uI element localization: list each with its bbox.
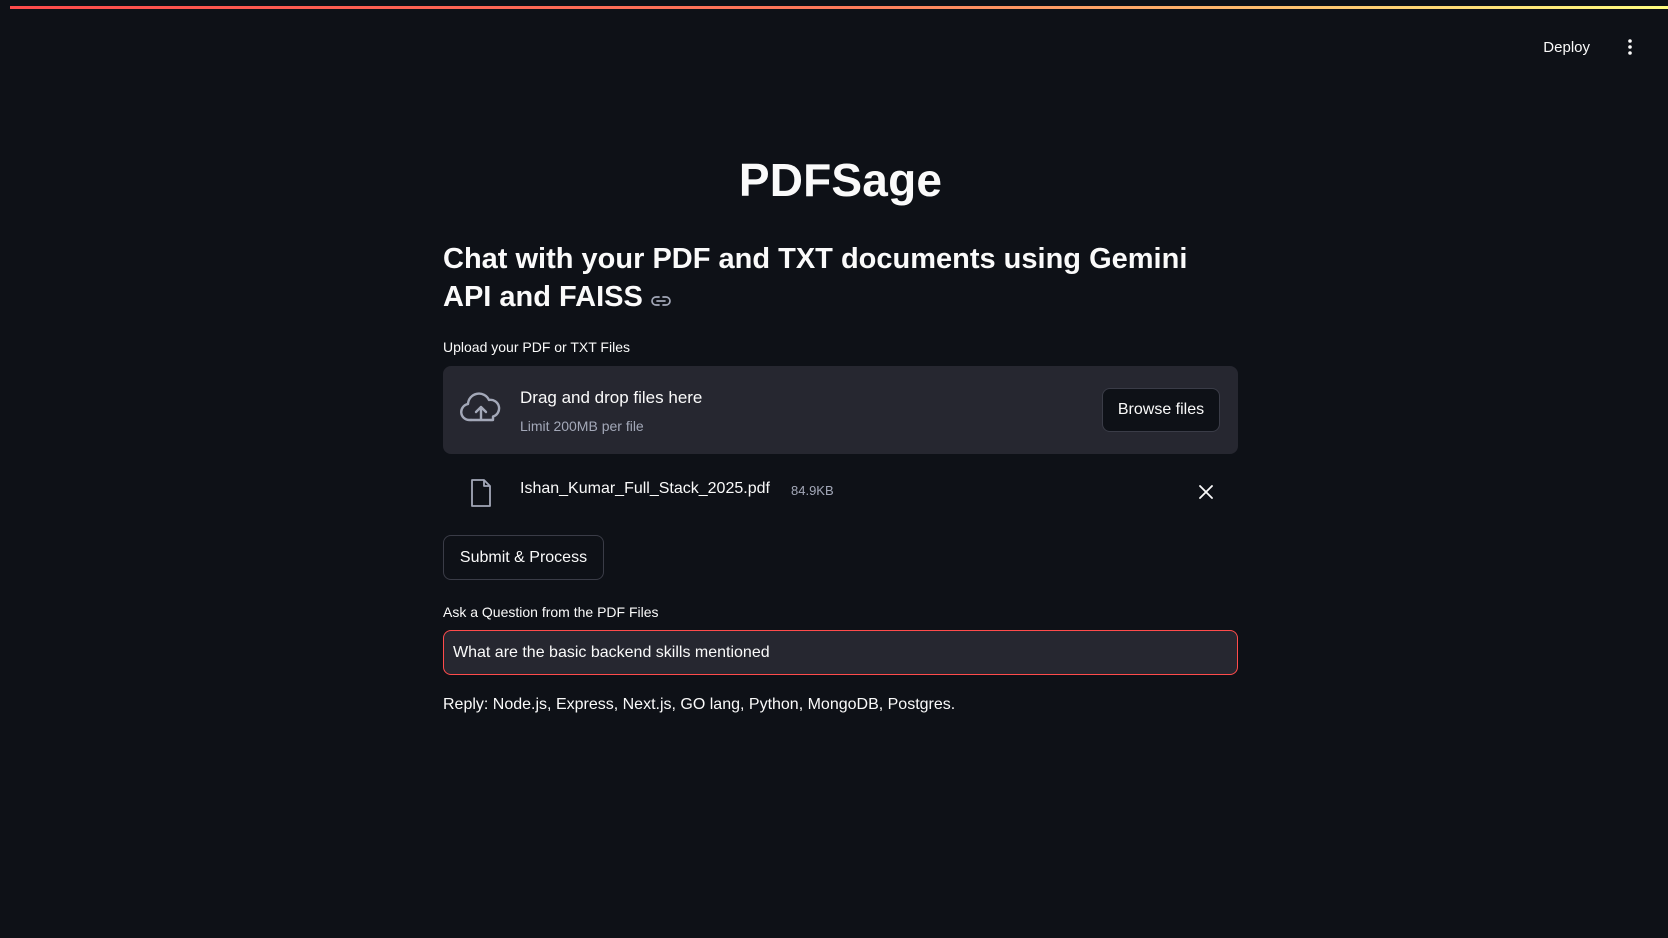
file-icon [469, 478, 493, 513]
uploaded-file-name: Ishan_Kumar_Full_Stack_2025.pdf [520, 480, 770, 497]
page-title: PDFSage [738, 154, 943, 206]
submit-process-button[interactable]: Submit & Process [443, 535, 604, 580]
dropzone-instructions: Drag and drop files here [520, 388, 703, 407]
vertical-ellipsis-icon[interactable] [1620, 32, 1640, 62]
question-input[interactable] [443, 630, 1238, 675]
reply-text: Reply: Node.js, Express, Next.js, GO lan… [443, 696, 956, 713]
page-subtitle: Chat with your PDF and TXT documents usi… [443, 240, 1238, 317]
cloud-upload-icon [459, 392, 503, 431]
file-dropzone[interactable]: Drag and drop files here Limit 200MB per… [443, 366, 1238, 454]
upload-label: Upload your PDF or TXT Files [443, 339, 630, 355]
uploaded-file-item: Ishan_Kumar_Full_Stack_2025.pdf 84.9KB [443, 474, 1238, 514]
close-icon[interactable] [1194, 480, 1218, 504]
subtitle-text: Chat with your PDF and TXT documents usi… [443, 243, 1188, 313]
top-decoration-stripe [10, 6, 1668, 9]
uploaded-file-size: 84.9KB [791, 483, 834, 498]
dropzone-limit: Limit 200MB per file [520, 418, 644, 434]
deploy-button[interactable]: Deploy [1539, 33, 1594, 62]
question-label: Ask a Question from the PDF Files [443, 604, 659, 620]
link-icon[interactable] [650, 279, 671, 317]
browse-files-button[interactable]: Browse files [1102, 388, 1220, 432]
app-header: Deploy [1408, 30, 1668, 64]
